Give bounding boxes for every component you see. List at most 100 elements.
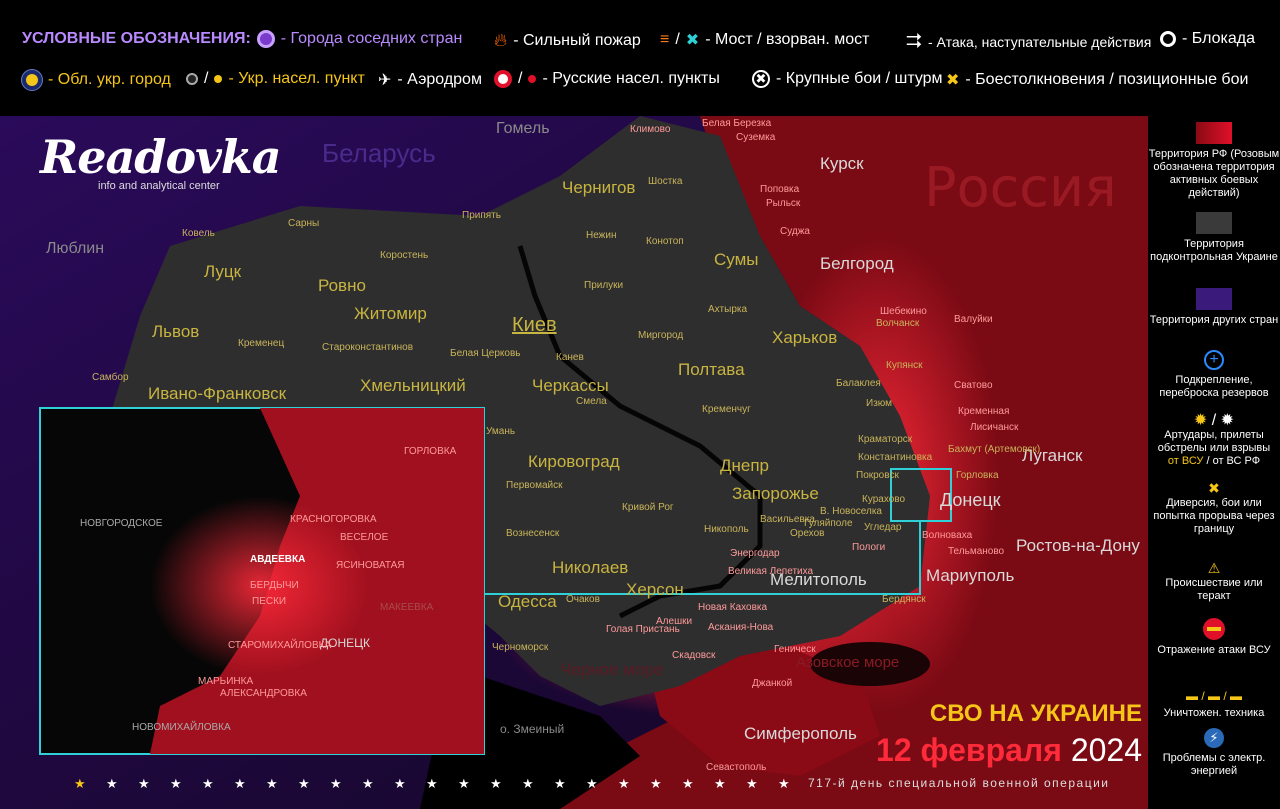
star-icon: ★	[554, 776, 566, 791]
label-belaya-berezka: Белая Березка	[702, 118, 772, 129]
label-ugledar: Угледар	[864, 522, 902, 533]
star-icon: ★	[106, 776, 118, 791]
inset-label-berdychi: БЕРДЫЧИ	[250, 580, 299, 591]
rp-item-destroyed: ▬ / ▬ / ▬ Уничтожен. техника	[1148, 690, 1280, 720]
label-azov-sea: Азовское море	[796, 654, 900, 671]
label-pologi: Пологи	[852, 542, 886, 553]
rp-item-sabotage: ✖ Диверсия, бои или попытка прорыва чере…	[1148, 481, 1280, 536]
ukraine-swatch	[1196, 212, 1232, 234]
no-entry-icon	[1203, 618, 1225, 640]
label-kirovograd: Кировоград	[528, 452, 620, 471]
label-sumy: Сумы	[714, 250, 759, 269]
label-pripyat: Припять	[462, 210, 501, 221]
star-icon: ★	[522, 776, 534, 791]
star-icon: ★	[138, 776, 150, 791]
legend-ua-city-item: - Обл. укр. город	[22, 70, 171, 90]
rp-item-repelled: Отражение атаки ВСУ	[1148, 618, 1280, 657]
label-simferopol: Симферополь	[744, 724, 857, 743]
label-v-novoselka: В. Новоселка	[820, 506, 882, 517]
legend-neighbors-label: - Города соседних стран	[280, 30, 463, 47]
legend-ru-settlement-label: - Русские насел. пункты	[542, 70, 720, 87]
label-starokonstantinov: Староконстантинов	[322, 342, 414, 353]
star-icon: ★	[266, 776, 278, 791]
star-icon: ★	[586, 776, 598, 791]
label-suzemka: Суземка	[736, 132, 776, 143]
label-ivano-frankovsk: Ивано-Франковск	[148, 384, 287, 403]
label-svatovo: Сватово	[954, 380, 993, 391]
label-telmanovo: Тельманово	[948, 546, 1005, 557]
label-russia: Россия	[924, 156, 1117, 219]
label-volnovakha: Волноваха	[922, 530, 973, 541]
label-nikopol: Никополь	[704, 524, 749, 535]
label-valuyki: Валуйки	[954, 314, 993, 325]
label-nova-kakhovka: Новая Каховка	[698, 602, 768, 613]
rp-item-russia: Территория РФ (Розовым обозначена террит…	[1148, 122, 1280, 200]
legend-blockade-label: - Блокада	[1182, 30, 1255, 47]
label-zhitomir: Житомир	[354, 304, 427, 323]
label-rovno: Ровно	[318, 276, 366, 295]
label-gomel: Гомель	[496, 120, 550, 137]
label-kupyansk: Купянск	[886, 360, 923, 371]
clash-swords-icon: ✖	[946, 72, 960, 89]
label-kanev: Канев	[556, 352, 584, 363]
rp-ukraine-label: Территория подконтрольная Украине	[1150, 238, 1278, 263]
star-icon: ★	[170, 776, 182, 791]
rp-destroyed-label: Уничтожен. техника	[1163, 707, 1265, 719]
label-akhtyrka: Ахтырка	[708, 304, 748, 315]
star-icon: ★	[202, 776, 214, 791]
label-rostov: Ростов-на-Дону	[1016, 536, 1140, 555]
legend-heading: УСЛОВНЫЕ ОБОЗНАЧЕНИЯ:	[22, 30, 251, 47]
rp-russia-label: Территория РФ (Розовым обозначена террит…	[1148, 148, 1280, 199]
rp-repelled-label: Отражение атаки ВСУ	[1157, 644, 1271, 656]
label-kramatorsk: Краматорск	[858, 434, 913, 445]
star-icon: ★	[426, 776, 438, 791]
label-sarny: Сарны	[288, 218, 320, 229]
blockade-circle-icon	[1160, 31, 1176, 47]
label-kremenchug: Кременчуг	[702, 404, 751, 415]
map-area: Readovka info and analytical center Росс…	[0, 116, 1148, 809]
rp-artillery-slash: /	[1211, 412, 1217, 429]
label-kharkov: Харьков	[772, 328, 838, 347]
right-legend-panel: Территория РФ (Розовым обозначена террит…	[1148, 116, 1280, 809]
label-golaya-pristan: Голая Пристань	[606, 624, 680, 635]
label-konstantinovka: Константиновка	[858, 452, 933, 463]
inset-label-avdeevka: АВДЕЕВКА	[250, 554, 306, 565]
star-icon: ★	[746, 776, 758, 791]
rp-artillery-b: от ВС РФ	[1212, 455, 1261, 467]
warning-icon: ⚠	[1207, 560, 1221, 576]
star-icon: ★	[330, 776, 342, 791]
label-chernigov: Чернигов	[562, 178, 636, 197]
label-kursk: Курск	[820, 154, 864, 173]
label-voznesensk: Вознесенск	[506, 528, 560, 539]
label-gorlovka: Горловка	[956, 470, 999, 481]
explosion-icon: ✹ / ✹	[1193, 412, 1235, 429]
bridge-icon: ≡	[660, 31, 670, 48]
label-rylsk: Рыльск	[766, 198, 801, 209]
inset-label-krasnogorovka: КРАСНОГОРОВКА	[290, 514, 377, 525]
title-date-day: 12 февраля	[876, 732, 1062, 768]
star-icon: ★	[234, 776, 246, 791]
star-icon: ★	[74, 776, 86, 791]
label-mirgorod: Миргород	[638, 330, 684, 341]
rp-reinforcement-label: Подкрепление, переброска резервов	[1159, 374, 1269, 399]
title-line1: СВО НА УКРАИНЕ	[929, 700, 1142, 727]
label-uman: Умань	[486, 426, 516, 437]
star-icon: ★	[362, 776, 374, 791]
label-dnepr: Днепр	[720, 456, 770, 475]
legend-airfield-item: ✈ - Аэродром	[378, 70, 482, 90]
label-kiev: Киев	[512, 314, 557, 336]
label-nezhin: Нежин	[586, 230, 617, 241]
label-donetsk: Донецк	[940, 490, 1001, 510]
label-askania-nova: Аскания-Нова	[708, 622, 774, 633]
legend-fire-label: - Сильный пожар	[513, 31, 641, 49]
russia-swatch	[1196, 122, 1232, 144]
star-icon: ★	[714, 776, 726, 791]
inset-label-staromikhaylovka: СТАРОМИХАЙЛОВКА	[228, 640, 332, 651]
label-mariupol: Мариуполь	[926, 566, 1015, 585]
star-icon: ★	[394, 776, 406, 791]
label-berdyansk: Бердянск	[882, 594, 926, 605]
legend-bridge-item: ≡ / ✖ - Мост / взорван. мост	[660, 30, 870, 50]
rp-item-power: ⚡ Проблемы с электр. энергией	[1148, 728, 1280, 778]
legend-attack-label: - Атака, наступательные действия	[928, 33, 1152, 50]
label-velikaya-lepetikha: Великая Лепетиха	[728, 566, 814, 577]
